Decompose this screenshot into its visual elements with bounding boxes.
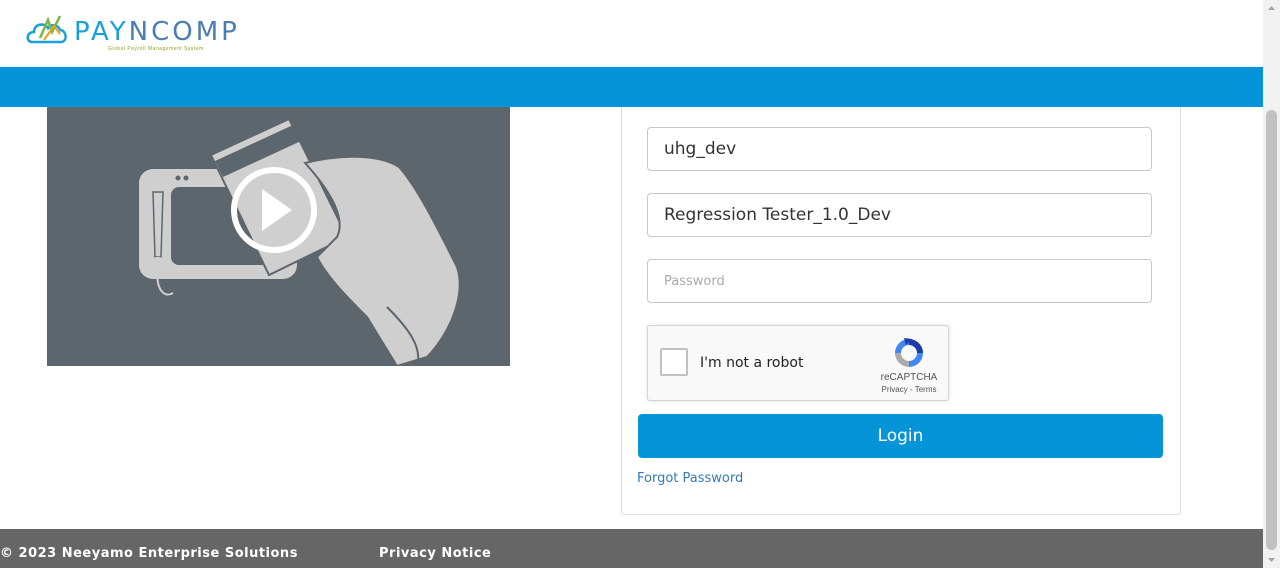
recaptcha-checkbox[interactable] bbox=[660, 348, 688, 376]
recaptcha-label: I'm not a robot bbox=[700, 355, 804, 371]
logo-tagline: Global Payroll Management System bbox=[108, 46, 204, 52]
recaptcha-logo-icon bbox=[895, 338, 923, 367]
forgot-password-link[interactable]: Forgot Password bbox=[637, 471, 743, 486]
logo-text-pay: PAY bbox=[74, 17, 129, 47]
header: PAYNCOMP Global Payroll Management Syste… bbox=[0, 0, 1263, 67]
payment-illustration bbox=[139, 117, 461, 366]
nav-bar bbox=[0, 67, 1263, 107]
scroll-down-icon[interactable] bbox=[1263, 551, 1280, 568]
login-button[interactable]: Login bbox=[638, 414, 1163, 458]
scroll-up-icon[interactable] bbox=[1263, 0, 1280, 17]
footer: © 2023 Neeyamo Enterprise Solutions Priv… bbox=[0, 529, 1263, 568]
scrollbar-thumb[interactable] bbox=[1266, 110, 1277, 550]
recaptcha-brand: reCAPTCHA bbox=[880, 372, 938, 383]
username-field[interactable]: uhg_dev bbox=[647, 127, 1152, 171]
password-field[interactable] bbox=[647, 259, 1152, 303]
recaptcha-widget: I'm not a robot reCAPTCHA Privacy - Term… bbox=[647, 325, 949, 401]
logo-text-ncomp: NCOMP bbox=[128, 17, 240, 47]
paycomp-logo[interactable]: PAYNCOMP Global Payroll Management Syste… bbox=[26, 10, 256, 56]
recaptcha-links[interactable]: Privacy - Terms bbox=[874, 385, 944, 394]
page-scrollbar[interactable] bbox=[1263, 0, 1280, 568]
cloud-logo-icon bbox=[26, 15, 67, 44]
copyright-text: © 2023 Neeyamo Enterprise Solutions bbox=[0, 546, 298, 561]
role-field[interactable]: Regression Tester_1.0_Dev bbox=[647, 193, 1152, 237]
intro-video[interactable] bbox=[47, 107, 510, 366]
logo-text: PAYNCOMP bbox=[74, 17, 240, 47]
privacy-notice-link[interactable]: Privacy Notice bbox=[379, 546, 491, 561]
